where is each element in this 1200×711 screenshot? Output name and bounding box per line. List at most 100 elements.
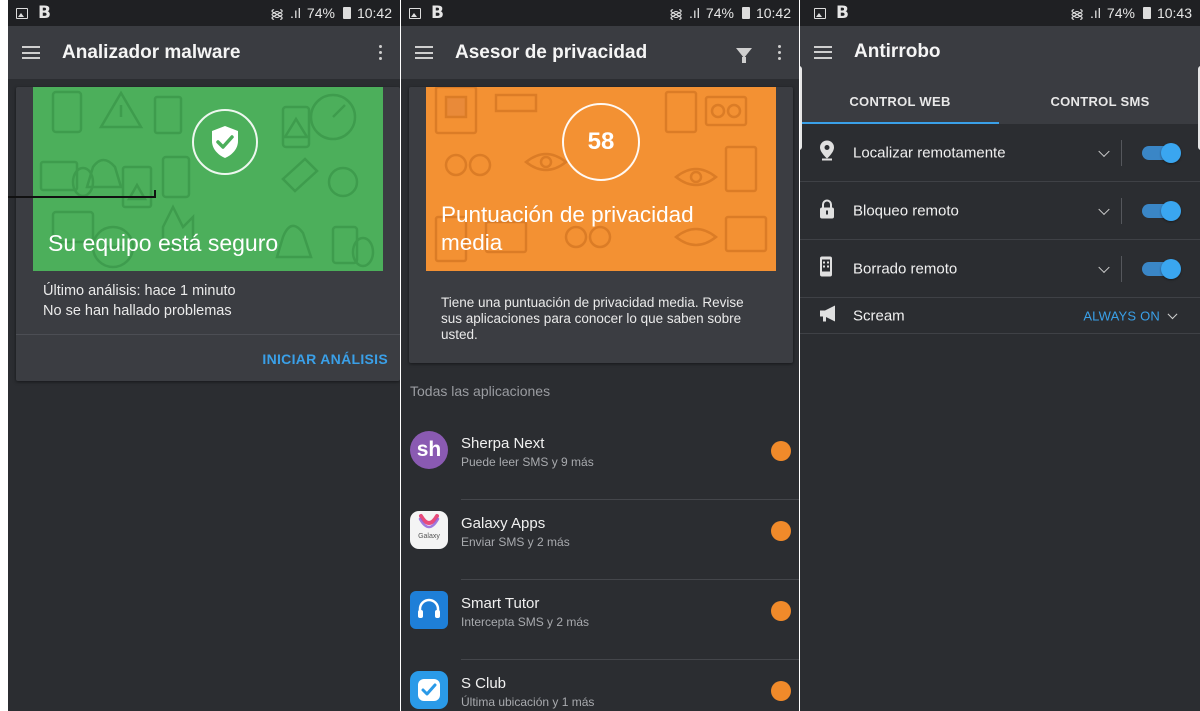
- list-item[interactable]: sh Sherpa Next Puede leer SMS y 9 más: [401, 420, 799, 500]
- setting-label: Localizar remotamente: [853, 144, 1006, 161]
- page-title: Asesor de privacidad: [455, 41, 648, 63]
- app-permissions: Intercepta SMS y 2 más: [461, 615, 590, 629]
- divider: [1121, 140, 1122, 166]
- list-item[interactable]: Smart Tutor Intercepta SMS y 2 más: [401, 580, 799, 660]
- antitheft-screen: B ᯼ .ıl 74% 10:43 Antirrobo CONTROL WEB …: [800, 0, 1200, 711]
- location-pin-icon: [820, 140, 834, 165]
- battery-icon: [1142, 7, 1151, 19]
- phone-wipe-icon: [820, 256, 832, 281]
- edge-panel-handle[interactable]: [800, 66, 802, 150]
- privacy-description: Tiene una puntuación de privacidad media…: [441, 295, 744, 342]
- status-bar: B ᯼ .ıl 74% 10:42: [401, 0, 799, 26]
- app-bar: Asesor de privacidad: [401, 26, 799, 79]
- wipe-toggle[interactable]: [1142, 258, 1181, 279]
- risk-indicator: [771, 441, 791, 461]
- sherpa-icon: sh: [410, 431, 448, 469]
- tab-control-sms[interactable]: CONTROL SMS: [1000, 78, 1200, 124]
- locate-toggle[interactable]: [1142, 142, 1181, 163]
- image-notification-icon: [814, 7, 826, 19]
- app-bar: Analizador malware: [8, 26, 400, 79]
- battery-icon: [741, 7, 750, 19]
- chevron-down-icon[interactable]: [1098, 145, 1110, 157]
- privacy-screen: B ᯼ .ıl 74% 10:42 Asesor de privacidad 5…: [401, 0, 799, 711]
- lock-icon: [820, 198, 834, 223]
- check-badge-icon: [410, 671, 448, 709]
- annotation-tick: [154, 190, 156, 198]
- filter-icon[interactable]: [736, 47, 752, 63]
- setting-scream[interactable]: Scream ALWAYS ON: [800, 298, 1200, 334]
- risk-indicator: [771, 681, 791, 701]
- security-status-text: Su equipo está seguro: [48, 230, 279, 256]
- section-header: Todas las aplicaciones: [410, 383, 551, 399]
- battery-percent: 74%: [306, 5, 335, 21]
- status-bar: B ᯼ .ıl 74% 10:42: [8, 0, 400, 26]
- tab-bar: CONTROL WEB CONTROL SMS: [800, 78, 1200, 124]
- setting-wipe[interactable]: Borrado remoto: [800, 240, 1200, 298]
- lock-toggle[interactable]: [1142, 200, 1181, 221]
- hamburger-menu-icon[interactable]: [415, 46, 433, 59]
- page-title: Analizador malware: [62, 41, 241, 63]
- setting-locate[interactable]: Localizar remotamente: [800, 124, 1200, 182]
- clock: 10:42: [755, 5, 791, 21]
- risk-indicator: [771, 521, 791, 541]
- overflow-menu-icon[interactable]: [774, 45, 785, 60]
- clock: 10:42: [356, 5, 392, 21]
- app-bar: Antirrobo: [800, 26, 1200, 78]
- battery-icon: [342, 7, 351, 19]
- battery-percent: 74%: [1106, 5, 1135, 21]
- divider: [1121, 256, 1122, 282]
- signal-icon: .ıl: [290, 5, 301, 21]
- galaxy-apps-icon: Galaxy: [410, 511, 448, 549]
- clock: 10:43: [1156, 5, 1192, 21]
- wifi-icon: ᯼: [1070, 6, 1085, 21]
- chevron-down-icon[interactable]: [1167, 308, 1178, 319]
- annotation-line: [8, 196, 156, 198]
- status-bar: B ᯼ .ıl 74% 10:43: [800, 0, 1200, 26]
- bitdefender-notification-icon: B: [836, 3, 849, 23]
- app-permissions: Última ubicación y 1 más: [461, 695, 595, 709]
- overflow-menu-icon[interactable]: [375, 45, 386, 60]
- app-name: S Club: [461, 675, 507, 692]
- signal-icon: .ıl: [689, 5, 700, 21]
- list-item[interactable]: Galaxy Galaxy Apps Enviar SMS y 2 más: [401, 500, 799, 580]
- bitdefender-notification-icon: B: [431, 3, 444, 23]
- shield-check-icon: [192, 109, 258, 175]
- scan-info: Último análisis: hace 1 minuto No se han…: [43, 281, 236, 321]
- battery-percent: 74%: [705, 5, 734, 21]
- setting-label: Bloqueo remoto: [853, 202, 959, 219]
- list-item[interactable]: S Club Última ubicación y 1 más: [401, 660, 799, 711]
- privacy-score: 58: [562, 103, 640, 181]
- start-scan-button[interactable]: INICIAR ANÁLISIS: [262, 351, 388, 367]
- chevron-down-icon[interactable]: [1098, 203, 1110, 215]
- scream-mode-value[interactable]: ALWAYS ON: [1083, 308, 1160, 323]
- risk-indicator: [771, 601, 791, 621]
- divider: [1121, 198, 1122, 224]
- divider: [16, 334, 400, 335]
- hamburger-menu-icon[interactable]: [814, 45, 832, 59]
- problems-text: No se han hallado problemas: [43, 303, 232, 319]
- privacy-score-title: Puntuación de privacidad media: [441, 202, 694, 255]
- setting-label: Scream: [853, 307, 905, 324]
- chevron-down-icon[interactable]: [1098, 261, 1110, 273]
- hamburger-menu-icon[interactable]: [22, 46, 40, 59]
- malware-status-card: Su equipo está seguro Último análisis: h…: [16, 87, 400, 381]
- wifi-icon: ᯼: [669, 6, 684, 21]
- image-notification-icon: [16, 7, 28, 19]
- app-name: Galaxy Apps: [461, 515, 546, 532]
- signal-icon: .ıl: [1090, 5, 1101, 21]
- bitdefender-notification-icon: B: [38, 3, 51, 23]
- security-hero-banner: Su equipo está seguro: [33, 87, 383, 271]
- setting-lock[interactable]: Bloqueo remoto: [800, 182, 1200, 240]
- page-title: Antirrobo: [854, 41, 941, 62]
- privacy-score-card: 58 Puntuación de privacidad media Tiene …: [409, 87, 793, 363]
- app-name: Sherpa Next: [461, 435, 545, 452]
- megaphone-icon: [820, 305, 840, 326]
- privacy-hero-banner: 58 Puntuación de privacidad media: [426, 87, 776, 271]
- app-permissions: Enviar SMS y 2 más: [461, 535, 570, 549]
- setting-label: Borrado remoto: [853, 260, 958, 277]
- app-list: sh Sherpa Next Puede leer SMS y 9 más Ga…: [401, 420, 799, 711]
- app-permissions: Puede leer SMS y 9 más: [461, 455, 594, 469]
- headset-icon: [410, 591, 448, 629]
- malware-screen: B ᯼ .ıl 74% 10:42 Analizador malware Su …: [8, 0, 400, 711]
- tab-control-web[interactable]: CONTROL WEB: [800, 78, 1000, 124]
